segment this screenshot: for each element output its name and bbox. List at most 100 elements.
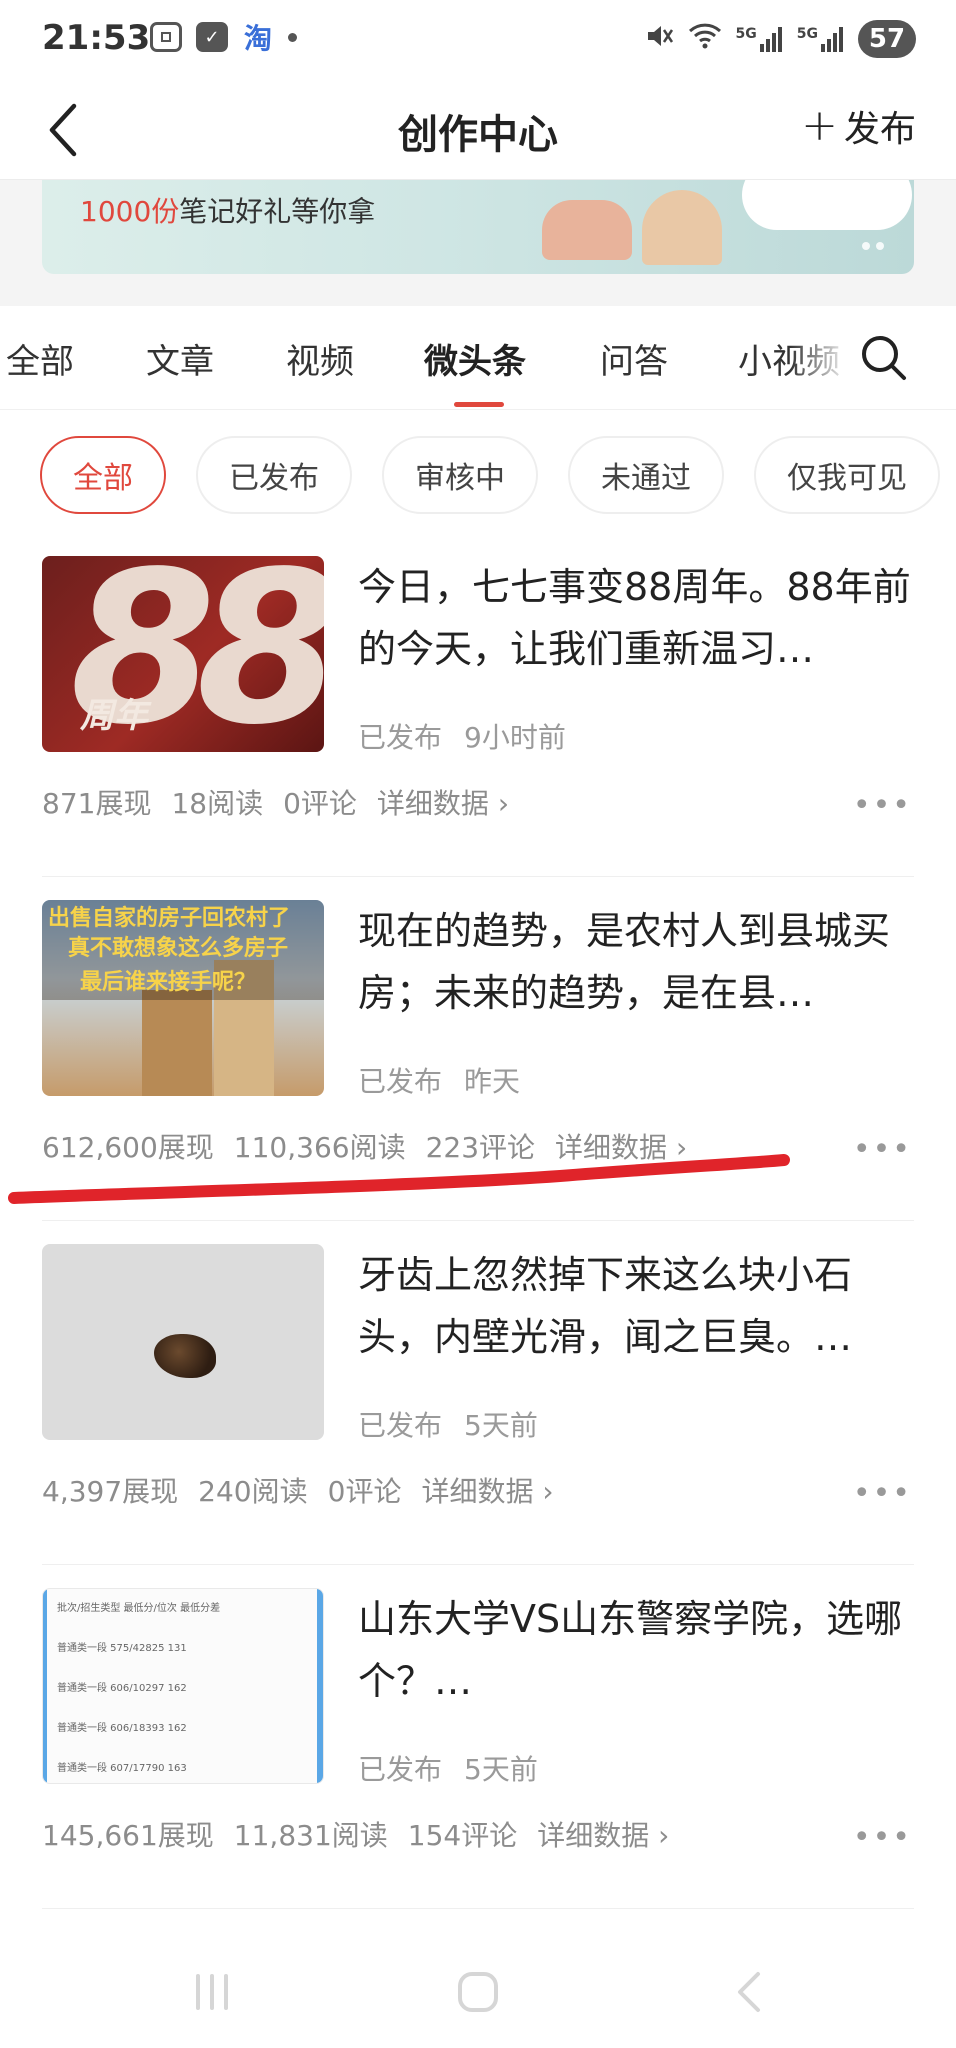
detail-data-link[interactable]: 详细数据 › bbox=[537, 1814, 669, 1854]
filter-private[interactable]: 仅我可见 bbox=[754, 436, 940, 514]
item-title[interactable]: 今日，七七事变88周年。88年前的今天，让我们重新温习… bbox=[358, 556, 918, 680]
chevron-right-icon: › bbox=[542, 1475, 554, 1508]
thumbnail-table-row: 普通类一段 575/42825 131 bbox=[57, 1643, 187, 1654]
promo-banner[interactable]: 1000份笔记好礼等你拿 bbox=[42, 180, 914, 274]
item-title[interactable]: 山东大学VS山东警察学院，选哪个？… bbox=[358, 1588, 918, 1712]
more-options-icon[interactable]: ••• bbox=[853, 1476, 912, 1511]
active-tab-indicator bbox=[454, 402, 504, 407]
thumbnail-caption: 出售自家的房子回农村了 bbox=[48, 906, 291, 931]
list-item[interactable]: 牙齿上忽然掉下来这么块小石头，内壁光滑，闻之巨臭。… 已发布 5天前 4,397展… bbox=[0, 1244, 956, 1588]
more-options-icon[interactable]: ••• bbox=[853, 1820, 912, 1855]
tab-qa[interactable]: 问答 bbox=[600, 334, 668, 383]
item-status: 已发布 bbox=[358, 721, 443, 754]
divider bbox=[42, 876, 914, 877]
item-status: 已发布 bbox=[358, 1065, 443, 1098]
banner-bubble bbox=[742, 180, 912, 230]
item-reads: 240阅读 bbox=[198, 1475, 308, 1508]
notification-dot-icon bbox=[288, 32, 297, 42]
divider bbox=[42, 1220, 914, 1221]
recents-icon[interactable] bbox=[190, 1970, 234, 2014]
item-meta: 已发布 5天前 bbox=[358, 1748, 560, 1788]
thumbnail-table-row: 普通类一段 606/18393 162 bbox=[57, 1723, 187, 1734]
divider bbox=[42, 1564, 914, 1565]
thumbnail-caption: 真不敢想象这么多房子 bbox=[68, 936, 289, 961]
thumbnail-table-row: 批次/招生类型 最低分/位次 最低分差 bbox=[57, 1603, 221, 1614]
system-navigation-bar bbox=[0, 1940, 956, 2040]
item-thumbnail: 批次/招生类型 最低分/位次 最低分差 普通类一段 575/42825 131 … bbox=[42, 1588, 324, 1784]
item-comments: 0评论 bbox=[327, 1475, 402, 1508]
banner-text: 1000份笔记好礼等你拿 bbox=[80, 190, 375, 230]
more-options-icon[interactable]: ••• bbox=[853, 788, 912, 823]
item-title[interactable]: 现在的趋势，是农村人到县城买房；未来的趋势，是在县… bbox=[358, 900, 918, 1024]
signal-5g-icon: 5G bbox=[797, 26, 844, 52]
item-views: 145,661展现 bbox=[42, 1819, 214, 1852]
detail-data-link[interactable]: 详细数据 › bbox=[377, 782, 509, 822]
publish-button[interactable]: + 发布 bbox=[801, 100, 916, 152]
taobao-icon: 淘 bbox=[243, 22, 272, 55]
tab-all[interactable]: 全部 bbox=[6, 334, 74, 383]
item-status: 已发布 bbox=[358, 1409, 443, 1442]
wifi-icon bbox=[688, 22, 722, 56]
detail-data-link[interactable]: 详细数据 › bbox=[421, 1470, 553, 1510]
tab-fade bbox=[790, 306, 860, 406]
search-button[interactable] bbox=[858, 332, 910, 384]
thumbnail-table-row: 普通类一段 607/17790 163 bbox=[57, 1763, 187, 1774]
category-tabs: 全部 文章 视频 微头条 问答 小视频 bbox=[0, 306, 956, 410]
item-views: 4,397展现 bbox=[42, 1475, 179, 1508]
tab-articles[interactable]: 文章 bbox=[146, 334, 214, 383]
status-left-icons: ✓ 淘 bbox=[150, 22, 297, 55]
more-options-icon[interactable]: ••• bbox=[853, 1132, 912, 1167]
item-meta: 已发布 9小时前 bbox=[358, 716, 588, 756]
banner-pagination bbox=[862, 242, 884, 250]
mute-icon bbox=[644, 21, 674, 57]
item-time: 昨天 bbox=[464, 1065, 521, 1098]
battery-indicator: 57 bbox=[858, 20, 916, 58]
item-time: 5天前 bbox=[464, 1409, 538, 1442]
banner-highlight: 1000份 bbox=[80, 195, 180, 228]
red-annotation-underline bbox=[8, 1154, 790, 1204]
item-stats: 4,397展现 240阅读 0评论 详细数据 › bbox=[42, 1470, 554, 1510]
filter-published[interactable]: 已发布 bbox=[196, 436, 352, 514]
item-reads: 11,831阅读 bbox=[233, 1819, 388, 1852]
filter-all[interactable]: 全部 bbox=[40, 436, 166, 514]
item-stats: 871展现 18阅读 0评论 详细数据 › bbox=[42, 782, 509, 822]
item-status: 已发布 bbox=[358, 1753, 443, 1786]
item-reads: 18阅读 bbox=[171, 787, 264, 820]
tab-videos[interactable]: 视频 bbox=[286, 334, 354, 383]
thumbnail-table-row: 普通类一段 606/10297 162 bbox=[57, 1683, 187, 1694]
publish-label: 发布 bbox=[843, 109, 916, 150]
thumbnail-caption: 最后谁来接手呢？ bbox=[80, 970, 257, 995]
search-icon bbox=[862, 336, 906, 380]
chevron-right-icon: › bbox=[658, 1819, 670, 1852]
divider bbox=[42, 1908, 914, 1909]
item-comments: 154评论 bbox=[407, 1819, 518, 1852]
filter-under-review[interactable]: 审核中 bbox=[382, 436, 538, 514]
screenshot-icon bbox=[150, 22, 182, 52]
status-time: 21:53 bbox=[42, 18, 151, 58]
banner-copy: 笔记好礼等你拿 bbox=[179, 195, 376, 228]
banner-car-image bbox=[542, 200, 632, 260]
filter-rejected[interactable]: 未通过 bbox=[568, 436, 724, 514]
item-meta: 已发布 昨天 bbox=[358, 1060, 542, 1100]
banner-scooter-image bbox=[642, 190, 722, 265]
item-comments: 0评论 bbox=[283, 787, 357, 820]
item-thumbnail: 出售自家的房子回农村了 真不敢想象这么多房子 最后谁来接手呢？ bbox=[42, 900, 324, 1096]
item-thumbnail bbox=[42, 1244, 324, 1440]
thumbnail-caption: 周年 bbox=[80, 696, 148, 736]
signal-5g-icon: 5G bbox=[736, 26, 783, 52]
status-bar: 21:53 ✓ 淘 5G 5G 57 bbox=[0, 0, 956, 80]
home-icon[interactable] bbox=[456, 1970, 500, 2014]
chevron-right-icon: › bbox=[497, 787, 510, 820]
tab-micro-posts[interactable]: 微头条 bbox=[424, 334, 526, 383]
plus-icon: + bbox=[801, 100, 838, 151]
status-filters: 全部 已发布 审核中 未通过 仅我可见 bbox=[0, 436, 956, 516]
network-type-label: 5G bbox=[735, 26, 757, 42]
back-nav-icon[interactable] bbox=[728, 1970, 772, 2014]
app-check-icon: ✓ bbox=[196, 22, 228, 52]
status-right-icons: 5G 5G 57 bbox=[644, 20, 916, 58]
item-title[interactable]: 牙齿上忽然掉下来这么块小石头，内壁光滑，闻之巨臭。… bbox=[358, 1244, 918, 1368]
list-item[interactable]: 批次/招生类型 最低分/位次 最低分差 普通类一段 575/42825 131 … bbox=[0, 1588, 956, 1932]
list-item[interactable]: 88 周年 今日，七七事变88周年。88年前的今天，让我们重新温习… 已发布 9小… bbox=[0, 556, 956, 900]
item-thumbnail: 88 周年 bbox=[42, 556, 324, 752]
item-time: 5天前 bbox=[464, 1753, 538, 1786]
